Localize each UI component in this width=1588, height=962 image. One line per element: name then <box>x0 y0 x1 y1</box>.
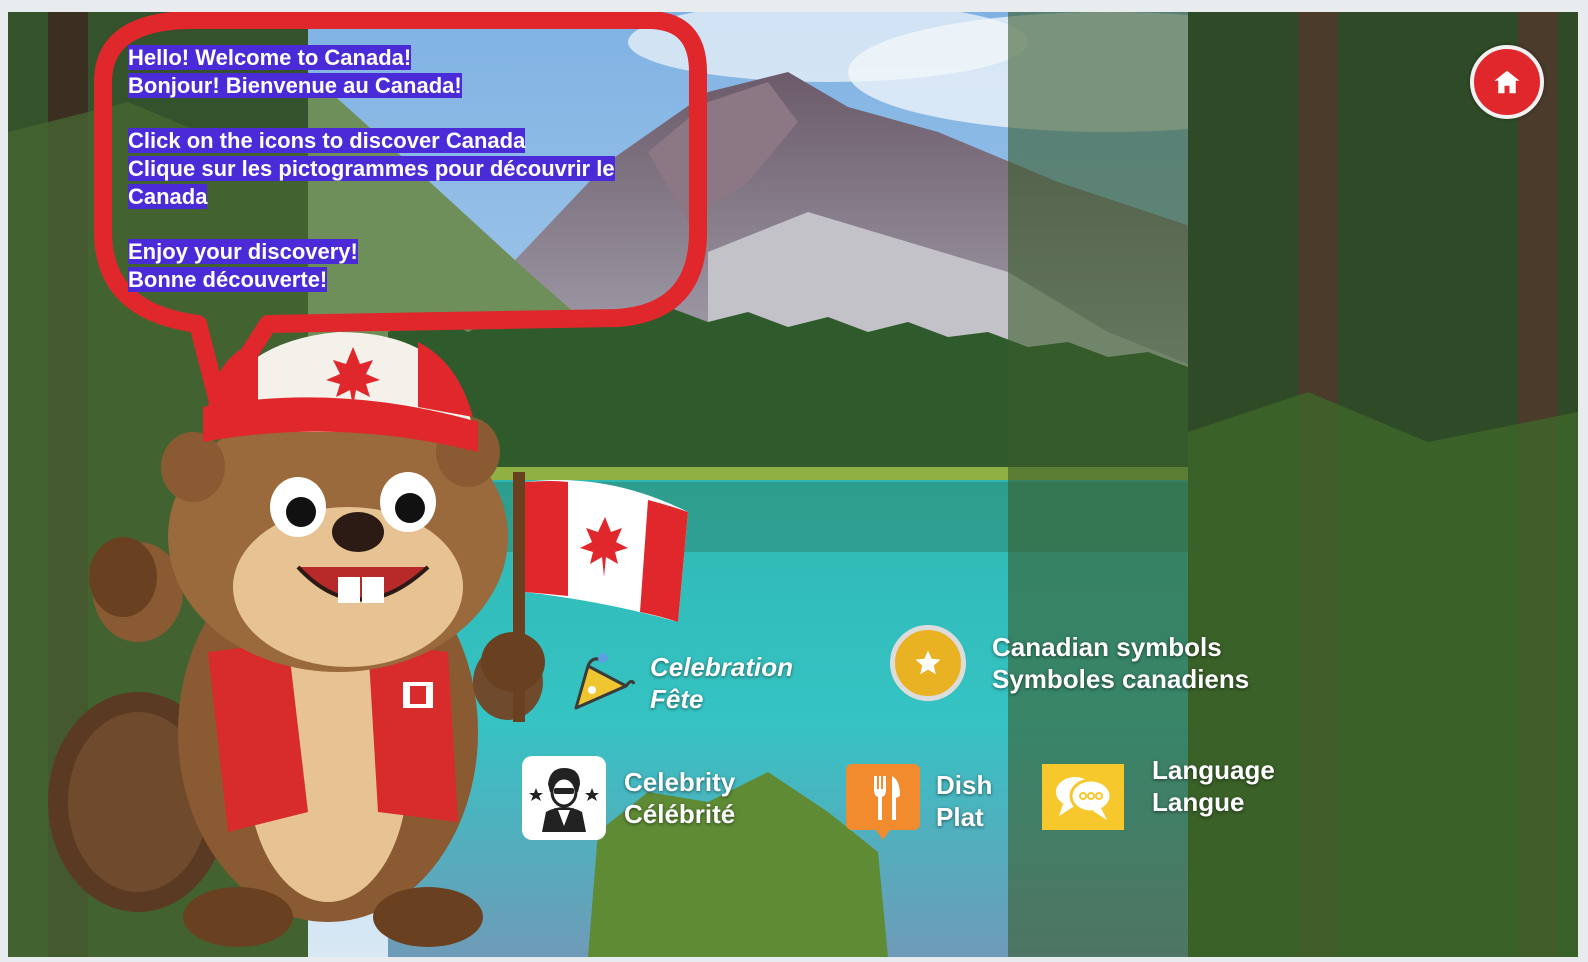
symbols-label-en: Canadian symbols <box>992 632 1222 662</box>
language-label-en: Language <box>1152 755 1275 785</box>
instruction-fr-line2: Canada <box>128 184 208 209</box>
nav-celebration[interactable]: Celebration Fête <box>568 648 793 718</box>
greeting-fr: Bonjour! Bienvenue au Canada! <box>128 73 462 98</box>
language-label-fr: Langue <box>1152 787 1245 817</box>
nav-dish[interactable]: Dish Plat <box>846 764 993 840</box>
home-button[interactable] <box>1470 45 1544 119</box>
instruction-fr-line1: Clique sur les pictogrammes pour découvr… <box>128 156 615 181</box>
fork-knife-icon <box>846 764 920 840</box>
nav-language[interactable]: Language Langue <box>1042 755 1275 830</box>
welcome-message: Hello! Welcome to Canada! Bonjour! Bienv… <box>128 44 668 321</box>
speech-bubbles-icon <box>1042 764 1124 830</box>
dish-label-fr: Plat <box>936 802 984 832</box>
nav-canadian-symbols[interactable]: Canadian symbols Symboles canadiens <box>890 625 1249 701</box>
dish-label-en: Dish <box>936 770 993 800</box>
greeting-en: Hello! Welcome to Canada! <box>128 45 412 70</box>
celebrity-label-fr: Célébrité <box>624 799 736 829</box>
star-icon <box>890 625 966 701</box>
celebrity-icon <box>522 756 606 840</box>
nav-celebrity[interactable]: Celebrity Célébrité <box>522 756 735 840</box>
celebration-label-fr: Fête <box>650 684 704 714</box>
app-stage: Hello! Welcome to Canada! Bonjour! Bienv… <box>8 12 1578 957</box>
symbols-label-fr: Symboles canadiens <box>992 664 1250 694</box>
instruction-en: Click on the icons to discover Canada <box>128 128 526 153</box>
party-horn-icon <box>568 648 638 718</box>
home-icon <box>1494 70 1520 94</box>
enjoy-fr: Bonne découverte! <box>128 267 328 292</box>
enjoy-en: Enjoy your discovery! <box>128 239 358 264</box>
celebration-label-en: Celebration <box>650 652 794 682</box>
celebrity-label-en: Celebrity <box>624 767 736 797</box>
